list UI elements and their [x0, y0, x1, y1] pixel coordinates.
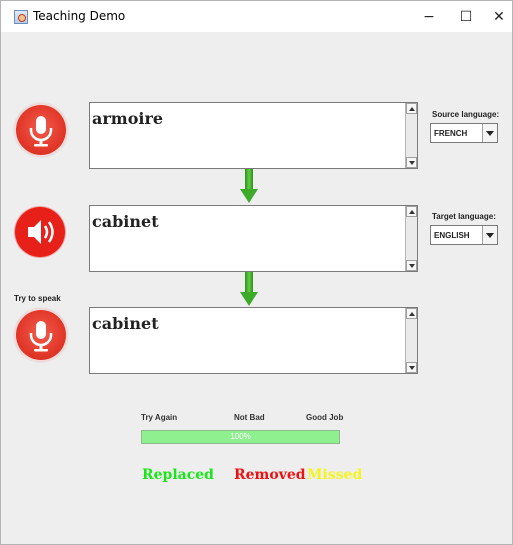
chevron-down-icon[interactable] [482, 226, 497, 244]
progress-percent: 100% [230, 432, 251, 441]
score-level-try-again: Try Again [141, 413, 178, 422]
target-text: cabinet [92, 212, 159, 231]
speech-text: cabinet [92, 314, 159, 333]
speak-mic-button[interactable] [16, 310, 66, 360]
target-language-label: Target language: [432, 212, 496, 221]
app-window: Teaching Demo − ☐ ✕ armoire Source langu… [0, 0, 513, 545]
down-arrow-icon [240, 272, 258, 306]
speaker-button[interactable] [15, 207, 65, 257]
legend-replaced: Replaced [142, 467, 214, 483]
scroll-up-icon[interactable] [406, 103, 417, 114]
microphone-icon [29, 116, 53, 147]
score-level-good-job: Good Job [306, 413, 344, 422]
down-arrow-icon [240, 169, 258, 203]
legend-removed: Removed [234, 467, 306, 483]
scroll-down-icon[interactable] [406, 362, 417, 373]
chevron-down-icon[interactable] [482, 124, 497, 142]
legend-missed: Missed [307, 467, 363, 483]
source-mic-button[interactable] [16, 105, 66, 155]
score-progress-bar: 100% [141, 430, 340, 444]
target-scrollbar[interactable] [405, 206, 417, 271]
source-language-select[interactable]: FRENCH [430, 123, 498, 143]
window-title: Teaching Demo [33, 9, 126, 23]
scroll-up-icon[interactable] [406, 206, 417, 217]
target-language-select[interactable]: ENGLISH [430, 225, 498, 245]
java-app-icon [14, 10, 28, 24]
speech-scrollbar[interactable] [405, 308, 417, 373]
target-language-value: ENGLISH [434, 231, 470, 240]
speaker-icon [28, 220, 54, 244]
target-text-area[interactable]: cabinet [89, 205, 418, 272]
scroll-up-icon[interactable] [406, 308, 417, 319]
scroll-down-icon[interactable] [406, 260, 417, 271]
title-bar: Teaching Demo − ☐ ✕ [1, 1, 512, 32]
speech-text-area[interactable]: cabinet [89, 307, 418, 374]
scroll-down-icon[interactable] [406, 157, 417, 168]
minimize-button[interactable]: − [410, 3, 448, 31]
source-language-label: Source language: [432, 110, 500, 119]
score-level-not-bad: Not Bad [234, 413, 265, 422]
try-to-speak-label: Try to speak [14, 294, 61, 303]
source-text: armoire [92, 109, 164, 128]
source-scrollbar[interactable] [405, 103, 417, 168]
close-button[interactable]: ✕ [480, 3, 513, 31]
microphone-icon [29, 321, 53, 352]
source-text-area[interactable]: armoire [89, 102, 418, 169]
source-language-value: FRENCH [434, 129, 468, 138]
